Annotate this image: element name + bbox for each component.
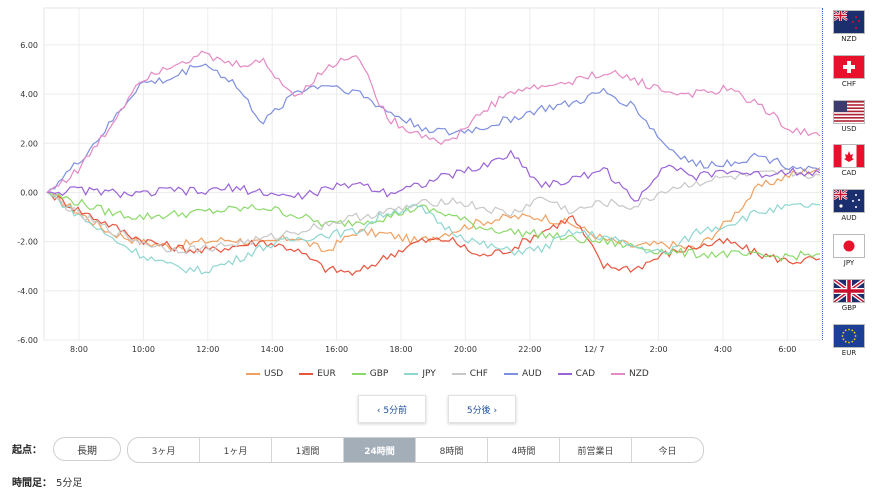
flag-eur[interactable]: EUR bbox=[833, 323, 865, 366]
legend-item-gbp[interactable]: GBP bbox=[351, 366, 389, 382]
origin-label: 起点： bbox=[12, 445, 42, 456]
legend-label: USD bbox=[264, 369, 284, 379]
origin-option[interactable]: 24時間 bbox=[344, 438, 416, 462]
legend-swatch bbox=[451, 373, 466, 375]
legend-label: GBP bbox=[369, 369, 389, 379]
gb-flag-icon bbox=[832, 278, 866, 304]
x-tick-label: 12:00 bbox=[196, 345, 219, 354]
y-axis-ticks: 6.00 4.00 2.00 0.00 -2.00 -4.00 -6.00 bbox=[17, 41, 38, 345]
legend-label: CAD bbox=[575, 369, 596, 379]
legend-item-aud[interactable]: AUD bbox=[503, 366, 542, 382]
x-tick-label: 6:00 bbox=[778, 345, 796, 354]
legend-label: EUR bbox=[317, 369, 336, 379]
legend-swatch bbox=[404, 373, 419, 375]
legend-swatch bbox=[557, 373, 572, 375]
y-tick-label: 6.00 bbox=[20, 41, 38, 50]
legend-swatch bbox=[611, 373, 626, 375]
y-tick-label: -2.00 bbox=[17, 238, 38, 247]
x-tick-label: 22:00 bbox=[518, 345, 541, 354]
au-flag-icon bbox=[833, 189, 865, 214]
x-tick-label: 18:00 bbox=[389, 345, 412, 354]
x-tick-label: 8:00 bbox=[70, 345, 88, 354]
jp-flag-icon bbox=[833, 234, 865, 258]
x-tick-label: 20:00 bbox=[454, 345, 477, 354]
legend-item-cad[interactable]: CAD bbox=[557, 366, 596, 382]
flag-nzd[interactable]: NZD bbox=[833, 10, 865, 52]
x-tick-label: 16:00 bbox=[325, 345, 348, 354]
flag-usd[interactable]: USD bbox=[833, 99, 865, 142]
flag-code-label: USD bbox=[841, 124, 857, 133]
legend-swatch bbox=[503, 373, 518, 375]
currency-strength-chart: 6.00 4.00 2.00 0.00 -2.00 -4.00 -6.00 8:00 10:0… bbox=[17, 7, 822, 354]
legend-swatch bbox=[351, 373, 366, 375]
eu-flag-icon bbox=[833, 323, 865, 348]
origin-option[interactable]: 3ヶ月 bbox=[128, 438, 200, 462]
origin-option[interactable]: 1ヶ月 bbox=[200, 438, 272, 462]
flag-code-label: NZD bbox=[841, 35, 857, 43]
x-tick-label: 2:00 bbox=[650, 345, 668, 354]
y-tick-label: 4.00 bbox=[20, 90, 38, 99]
chart-grid bbox=[43, 7, 822, 341]
us-flag-icon bbox=[833, 99, 865, 124]
y-tick-label: 0.00 bbox=[20, 188, 38, 197]
legend-item-jpy[interactable]: JPY bbox=[404, 366, 436, 382]
nz-flag-icon bbox=[833, 10, 865, 34]
flag-code-label: EUR bbox=[841, 348, 857, 357]
legend-item-eur[interactable]: EUR bbox=[299, 366, 336, 382]
origin-option[interactable]: 4時間 bbox=[488, 438, 560, 462]
ca-flag-icon bbox=[833, 144, 865, 169]
legend-label: AUD bbox=[521, 369, 542, 379]
legend-item-usd[interactable]: USD bbox=[246, 366, 283, 382]
legend-label: NZD bbox=[629, 369, 649, 379]
plot-area bbox=[43, 7, 822, 341]
flag-code-label: GBP bbox=[841, 303, 857, 312]
legend-label: JPY bbox=[422, 369, 436, 379]
x-tick-label: 14:00 bbox=[261, 345, 284, 354]
origin-option[interactable]: 前営業日 bbox=[560, 438, 632, 462]
legend-label: CHF bbox=[469, 369, 488, 379]
flag-jpy[interactable]: JPY bbox=[833, 234, 865, 276]
flag-code-label: AUD bbox=[841, 214, 857, 223]
next-5min-button[interactable]: 5分後 › bbox=[448, 395, 516, 423]
origin-option[interactable]: 今日 bbox=[632, 438, 703, 462]
flag-aud[interactable]: AUD bbox=[833, 189, 865, 231]
legend-item-chf[interactable]: CHF bbox=[451, 366, 488, 382]
y-tick-label: -4.00 bbox=[17, 287, 38, 296]
prev-5min-button[interactable]: ‹ 5分前 bbox=[358, 395, 426, 423]
x-tick-label: 4:00 bbox=[714, 345, 732, 354]
y-tick-label: -6.00 bbox=[17, 336, 38, 345]
x-tick-label: 10:00 bbox=[132, 345, 155, 354]
long-term-button[interactable]: 長期 bbox=[53, 437, 121, 461]
flag-chf[interactable]: CHF bbox=[833, 54, 865, 97]
flag-column: NZD CHF USD CAD AUD JPY GBP EUR bbox=[822, 8, 877, 357]
flag-code-label: JPY bbox=[843, 259, 855, 267]
flag-code-label: CAD bbox=[841, 169, 857, 178]
legend-item-nzd[interactable]: NZD bbox=[611, 366, 649, 382]
chart-legend: USD EUR GBP JPY CHF AUD CAD NZD bbox=[246, 366, 665, 382]
flag-cad[interactable]: CAD bbox=[833, 144, 865, 186]
origin-range-selector: 3ヶ月 1ヶ月 1週間 24時間 8時間 4時間 前営業日 今日 bbox=[127, 437, 704, 463]
legend-swatch bbox=[246, 373, 260, 375]
legend-swatch bbox=[299, 373, 314, 375]
x-tick-label: 12/ 7 bbox=[584, 345, 605, 354]
origin-option[interactable]: 8時間 bbox=[416, 438, 488, 462]
flag-code-label: CHF bbox=[841, 79, 857, 88]
x-axis-ticks: 8:00 10:00 12:00 14:00 16:00 18:00 20:00 22:00 1… bbox=[70, 345, 796, 354]
flag-gbp[interactable]: GBP bbox=[832, 278, 866, 321]
y-tick-label: 2.00 bbox=[20, 139, 38, 148]
ch-flag-icon bbox=[833, 54, 865, 79]
timeframe-label: 時間足： bbox=[12, 478, 52, 489]
origin-option[interactable]: 1週間 bbox=[272, 438, 344, 462]
timeframe-value: 5分足 bbox=[56, 478, 83, 489]
